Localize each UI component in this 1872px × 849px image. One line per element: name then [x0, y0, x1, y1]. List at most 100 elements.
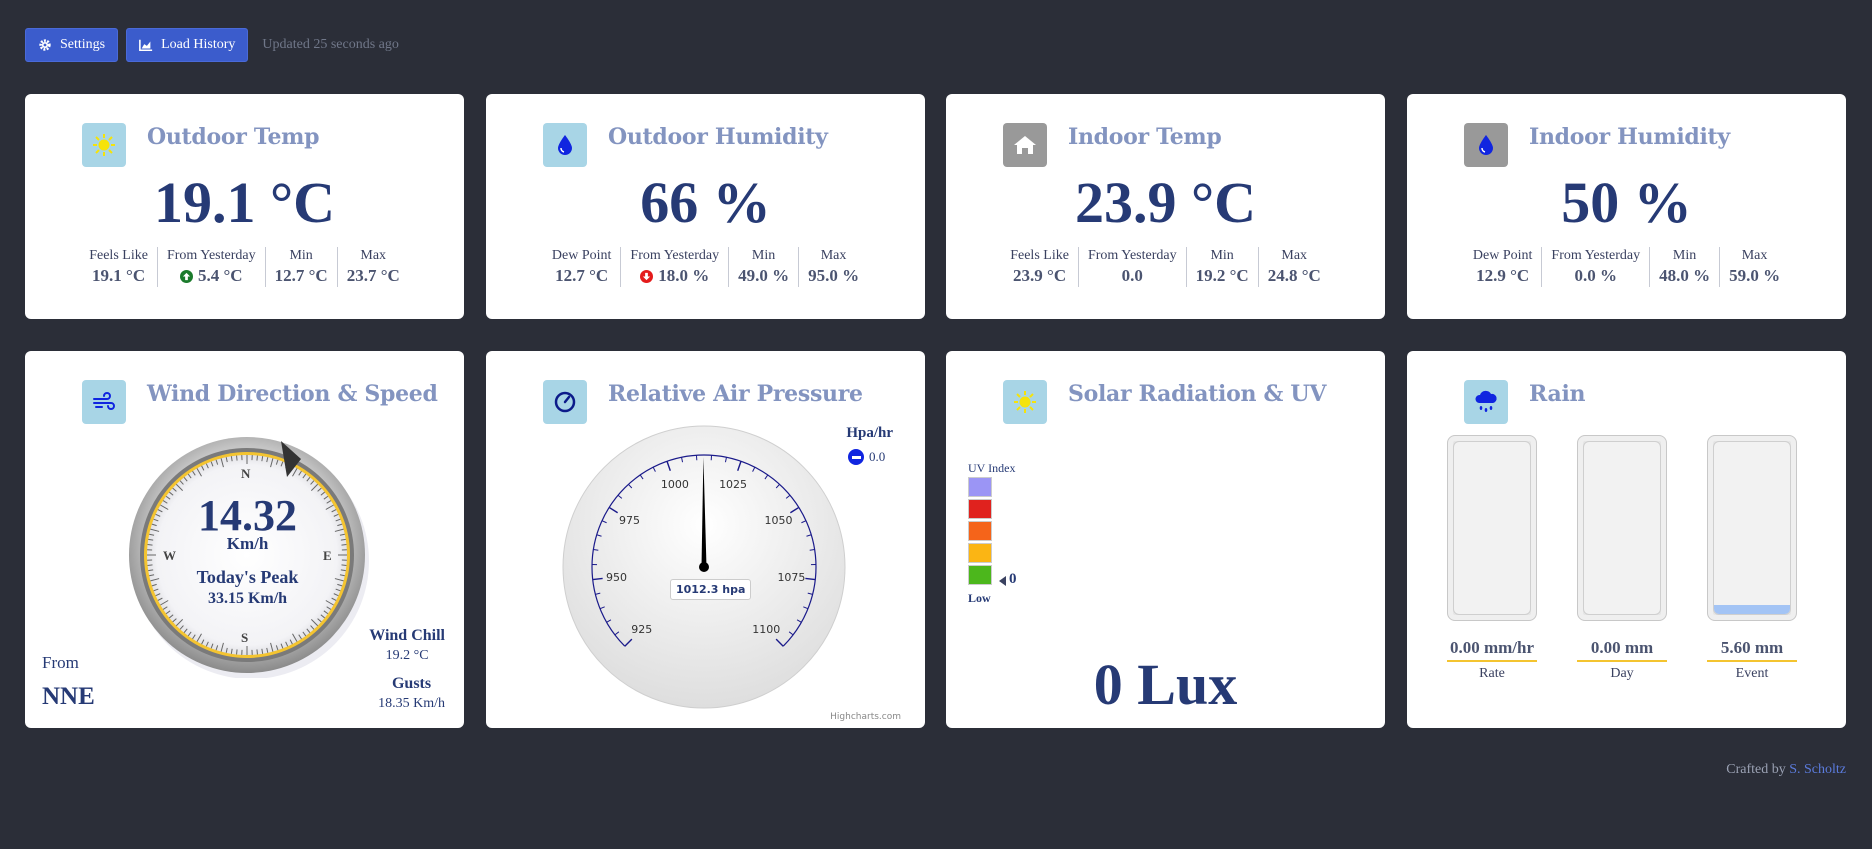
wind-chill-value: 19.2 °C — [385, 648, 429, 663]
stats-row: Feels Like 23.9 °C From Yesterday 0.0 Min 1… — [946, 247, 1385, 287]
droplet-icon — [1464, 123, 1508, 167]
rain-gauge-rate: 0.00 mm/hr Rate — [1447, 435, 1537, 682]
card-title: Solar Radiation & UV — [1068, 381, 1327, 407]
toolbar: Settings Load History Updated 25 seconds… — [25, 28, 399, 62]
stat-label: Dew Point — [1472, 248, 1533, 263]
rain-tube-fill — [1714, 605, 1790, 614]
gauge-tick-label: 925 — [631, 623, 652, 636]
stats-row: Dew Point 12.7 °C From Yesterday 18.0 % Mi… — [486, 247, 925, 287]
stat-feels-like: Feels Like 23.9 °C — [1001, 247, 1079, 287]
droplet-icon — [543, 123, 587, 167]
stats-row: Dew Point 12.9 °C From Yesterday 0.0 % Min… — [1407, 247, 1846, 287]
sun-icon — [82, 123, 126, 167]
todays-peak-value: 33.15 Km/h — [207, 590, 288, 607]
stat-label: From Yesterday — [1087, 248, 1177, 263]
compass-tick — [236, 649, 238, 655]
compass-tick — [147, 564, 153, 566]
stat-label: Min — [1672, 248, 1697, 263]
card-title: Indoor Humidity — [1529, 124, 1730, 150]
stat-value: 19.1 °C — [92, 266, 146, 285]
stat-value: 12.9 °C — [1476, 266, 1530, 285]
stat-max: Max 95.0 % — [799, 247, 868, 287]
stat-min: Min 49.0 % — [729, 247, 800, 287]
load-history-button[interactable]: Load History — [126, 28, 249, 62]
stat-value: 49.0 % — [738, 266, 790, 285]
stat-value: 0.0 — [1121, 266, 1143, 285]
stat-value: 12.7 °C — [274, 266, 328, 285]
area-chart-icon — [139, 39, 153, 52]
gusts: Gusts 18.35 Km/h — [378, 675, 445, 712]
indoor-humidity-card: Indoor Humidity 50 % Dew Point 12.9 °C Fr… — [1407, 94, 1846, 319]
uv-scale-segment — [968, 565, 992, 585]
stat-value: 12.7 °C — [555, 266, 609, 285]
stat-from-yesterday: From Yesterday 0.0 % — [1542, 247, 1651, 287]
solar-card: Solar Radiation & UV UV Index 0 Low 0 Lu… — [946, 351, 1385, 728]
stat-label: From Yesterday — [1551, 248, 1641, 263]
outdoor-temp-value: 19.1 °C — [153, 170, 336, 235]
stat-value: 0.0 % — [1574, 266, 1617, 285]
compass-tick — [256, 455, 258, 461]
compass-n: N — [241, 466, 251, 481]
todays-peak-label: Today's Peak — [196, 567, 299, 587]
wind-chill-label: Wind Chill — [369, 627, 445, 644]
pressure-value-label: 1012.3 hpa — [670, 579, 752, 600]
outdoor-humidity-card: Outdoor Humidity 66 % Dew Point 12.7 °C F… — [486, 94, 925, 319]
settings-button[interactable]: Settings — [25, 28, 119, 62]
uv-low-label: Low — [968, 591, 991, 605]
stat-value: 5.4 °C — [167, 265, 256, 287]
pressure-trend: 0.0 — [848, 449, 885, 465]
gauge-tick-label: 950 — [606, 571, 627, 584]
uv-scale-segment — [968, 521, 992, 541]
stat-value: 59.0 % — [1729, 266, 1781, 285]
highcharts-credit[interactable]: Highcharts.com — [830, 712, 901, 722]
stat-from-yesterday: From Yesterday 18.0 % — [621, 247, 730, 287]
arrow-up-icon — [179, 269, 193, 283]
stat-value: 19.2 °C — [1195, 266, 1249, 285]
gauge-tick-label: 1050 — [765, 514, 793, 527]
rain-tube — [1447, 435, 1537, 621]
compass-tick — [341, 564, 347, 566]
rain-cloud-icon — [1464, 380, 1508, 424]
pressure-trend-label: Hpa/hr — [846, 425, 893, 441]
crafted-by-text: Crafted by — [1726, 762, 1786, 777]
stat-min: Min 19.2 °C — [1187, 247, 1259, 287]
stat-value: 24.8 °C — [1267, 266, 1321, 285]
gear-icon — [39, 39, 51, 51]
stat-label: Max — [1741, 248, 1768, 263]
card-title: Indoor Temp — [1068, 124, 1222, 150]
stat-label: Max — [820, 248, 847, 263]
gauge-tick-label: 1075 — [777, 571, 805, 584]
card-title: Outdoor Humidity — [608, 124, 828, 150]
stat-max: Max 23.7 °C — [338, 247, 409, 287]
stat-label: Max — [360, 248, 387, 263]
wind-card: Wind Direction & Speed N S W E 14.32 Km/… — [25, 351, 464, 728]
stat-min: Min 48.0 % — [1650, 247, 1721, 287]
rain-day-value: 0.00 mm — [1577, 638, 1667, 662]
gauge-tick-label: 975 — [619, 514, 640, 527]
uv-scale-segment — [968, 477, 992, 497]
wind-compass: N S W E 14.32 Km/h Today's Peak 33.15 Km… — [125, 433, 370, 679]
outdoor-humidity-value: 66 % — [640, 170, 771, 235]
rain-tube — [1707, 435, 1797, 621]
rain-event-value: 5.60 mm — [1707, 638, 1797, 662]
stat-label: From Yesterday — [630, 248, 720, 263]
stat-value: 18.0 % — [630, 265, 719, 287]
pressure-gauge: 925 950 975 1000 1025 1050 1075 1100 — [562, 425, 846, 709]
stat-value: 48.0 % — [1659, 266, 1711, 285]
author-link[interactable]: S. Scholtz — [1789, 762, 1846, 777]
compass-s: S — [241, 630, 249, 645]
sun-icon — [1003, 380, 1047, 424]
stats-row: Feels Like 19.1 °C From Yesterday 5.4 °C M… — [25, 247, 464, 287]
gauge-pivot — [699, 562, 709, 572]
gusts-label: Gusts — [391, 675, 432, 692]
stat-label: Feels Like — [1010, 248, 1069, 263]
uv-index-label: UV Index — [968, 461, 1016, 475]
rain-rate-value: 0.00 mm/hr — [1447, 638, 1537, 662]
stat-label: Feels Like — [89, 248, 148, 263]
stat-feels-like: Feels Like 19.1 °C — [80, 247, 158, 287]
uv-scale-segment — [968, 543, 992, 563]
stat-from-yesterday: From Yesterday 0.0 — [1079, 247, 1187, 287]
stat-value: 23.9 °C — [1013, 266, 1067, 285]
rain-gauge-day: 0.00 mm Day — [1577, 435, 1667, 682]
stat-dew-point: Dew Point 12.9 °C — [1464, 247, 1543, 287]
